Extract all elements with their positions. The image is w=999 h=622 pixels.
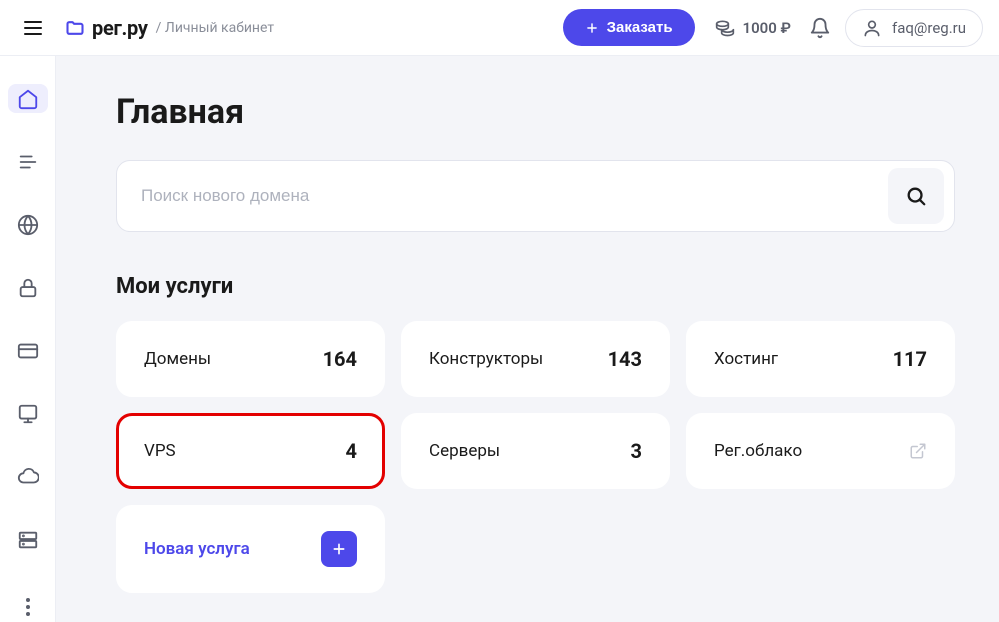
balance-value: 1000 ₽ [743, 19, 791, 37]
order-button[interactable]: Заказать [563, 9, 695, 46]
coins-icon [715, 18, 735, 38]
list-icon [17, 151, 39, 173]
logo-text: рег.ру [92, 16, 148, 40]
sidebar-item-lock[interactable] [8, 273, 48, 302]
search-button[interactable] [888, 168, 944, 224]
card-label: Серверы [429, 441, 500, 461]
header: рег.ру / Личный кабинет Заказать 1000 ₽ … [0, 0, 999, 56]
card-vps[interactable]: VPS 4 [116, 413, 385, 489]
sidebar [0, 56, 56, 622]
notifications-button[interactable] [809, 17, 831, 39]
card-label: Хостинг [714, 349, 778, 369]
card-label: VPS [144, 441, 176, 461]
cloud-icon [17, 466, 39, 488]
card-new-service[interactable]: Новая услуга [116, 505, 385, 593]
card-count: 117 [893, 347, 927, 371]
plus-icon [331, 541, 347, 557]
card-count: 143 [608, 347, 642, 371]
logo[interactable]: рег.ру [64, 16, 148, 40]
more-icon [26, 598, 30, 616]
card-label: Конструкторы [429, 349, 543, 369]
card-hosting[interactable]: Хостинг 117 [686, 321, 955, 397]
card-servers[interactable]: Серверы 3 [401, 413, 670, 489]
sidebar-item-storage[interactable] [8, 526, 48, 555]
section-title: Мои услуги [116, 274, 955, 299]
card-count: 3 [631, 439, 642, 463]
user-menu[interactable]: faq@reg.ru [845, 9, 983, 47]
bell-icon [809, 17, 831, 39]
card-count: 4 [346, 439, 357, 463]
page-title: Главная [116, 92, 955, 132]
sidebar-item-card[interactable] [8, 336, 48, 365]
card-domains[interactable]: Домены 164 [116, 321, 385, 397]
sidebar-item-more[interactable] [8, 593, 48, 622]
domain-search [116, 160, 955, 232]
card-cloud[interactable]: Рег.облако [686, 413, 955, 489]
card-label: Домены [144, 349, 211, 369]
user-email: faq@reg.ru [892, 19, 966, 37]
order-button-label: Заказать [607, 19, 673, 36]
sidebar-item-home[interactable] [8, 84, 48, 113]
add-button[interactable] [321, 531, 357, 567]
sidebar-item-globe[interactable] [8, 210, 48, 239]
menu-icon[interactable] [16, 13, 50, 43]
card-constructors[interactable]: Конструкторы 143 [401, 321, 670, 397]
storage-icon [17, 529, 39, 551]
main-content: Главная Мои услуги Домены 164 Конструкто… [56, 56, 999, 622]
lock-icon [17, 277, 39, 299]
search-input[interactable] [141, 186, 888, 206]
card-icon [17, 340, 39, 362]
card-label: Рег.облако [714, 441, 802, 461]
sidebar-item-cloud[interactable] [8, 463, 48, 492]
globe-icon [17, 214, 39, 236]
home-icon [17, 88, 39, 110]
server-icon [17, 403, 39, 425]
folder-icon [64, 18, 86, 38]
cabinet-label: / Личный кабинет [156, 20, 274, 36]
sidebar-item-server[interactable] [8, 400, 48, 429]
plus-icon [585, 21, 599, 35]
user-icon [862, 18, 882, 38]
card-count: 164 [323, 347, 357, 371]
balance[interactable]: 1000 ₽ [715, 18, 791, 38]
card-label: Новая услуга [144, 539, 250, 559]
service-cards: Домены 164 Конструкторы 143 Хостинг 117 … [116, 321, 955, 593]
search-icon [905, 185, 927, 207]
external-link-icon [909, 442, 927, 460]
sidebar-item-list[interactable] [8, 147, 48, 176]
